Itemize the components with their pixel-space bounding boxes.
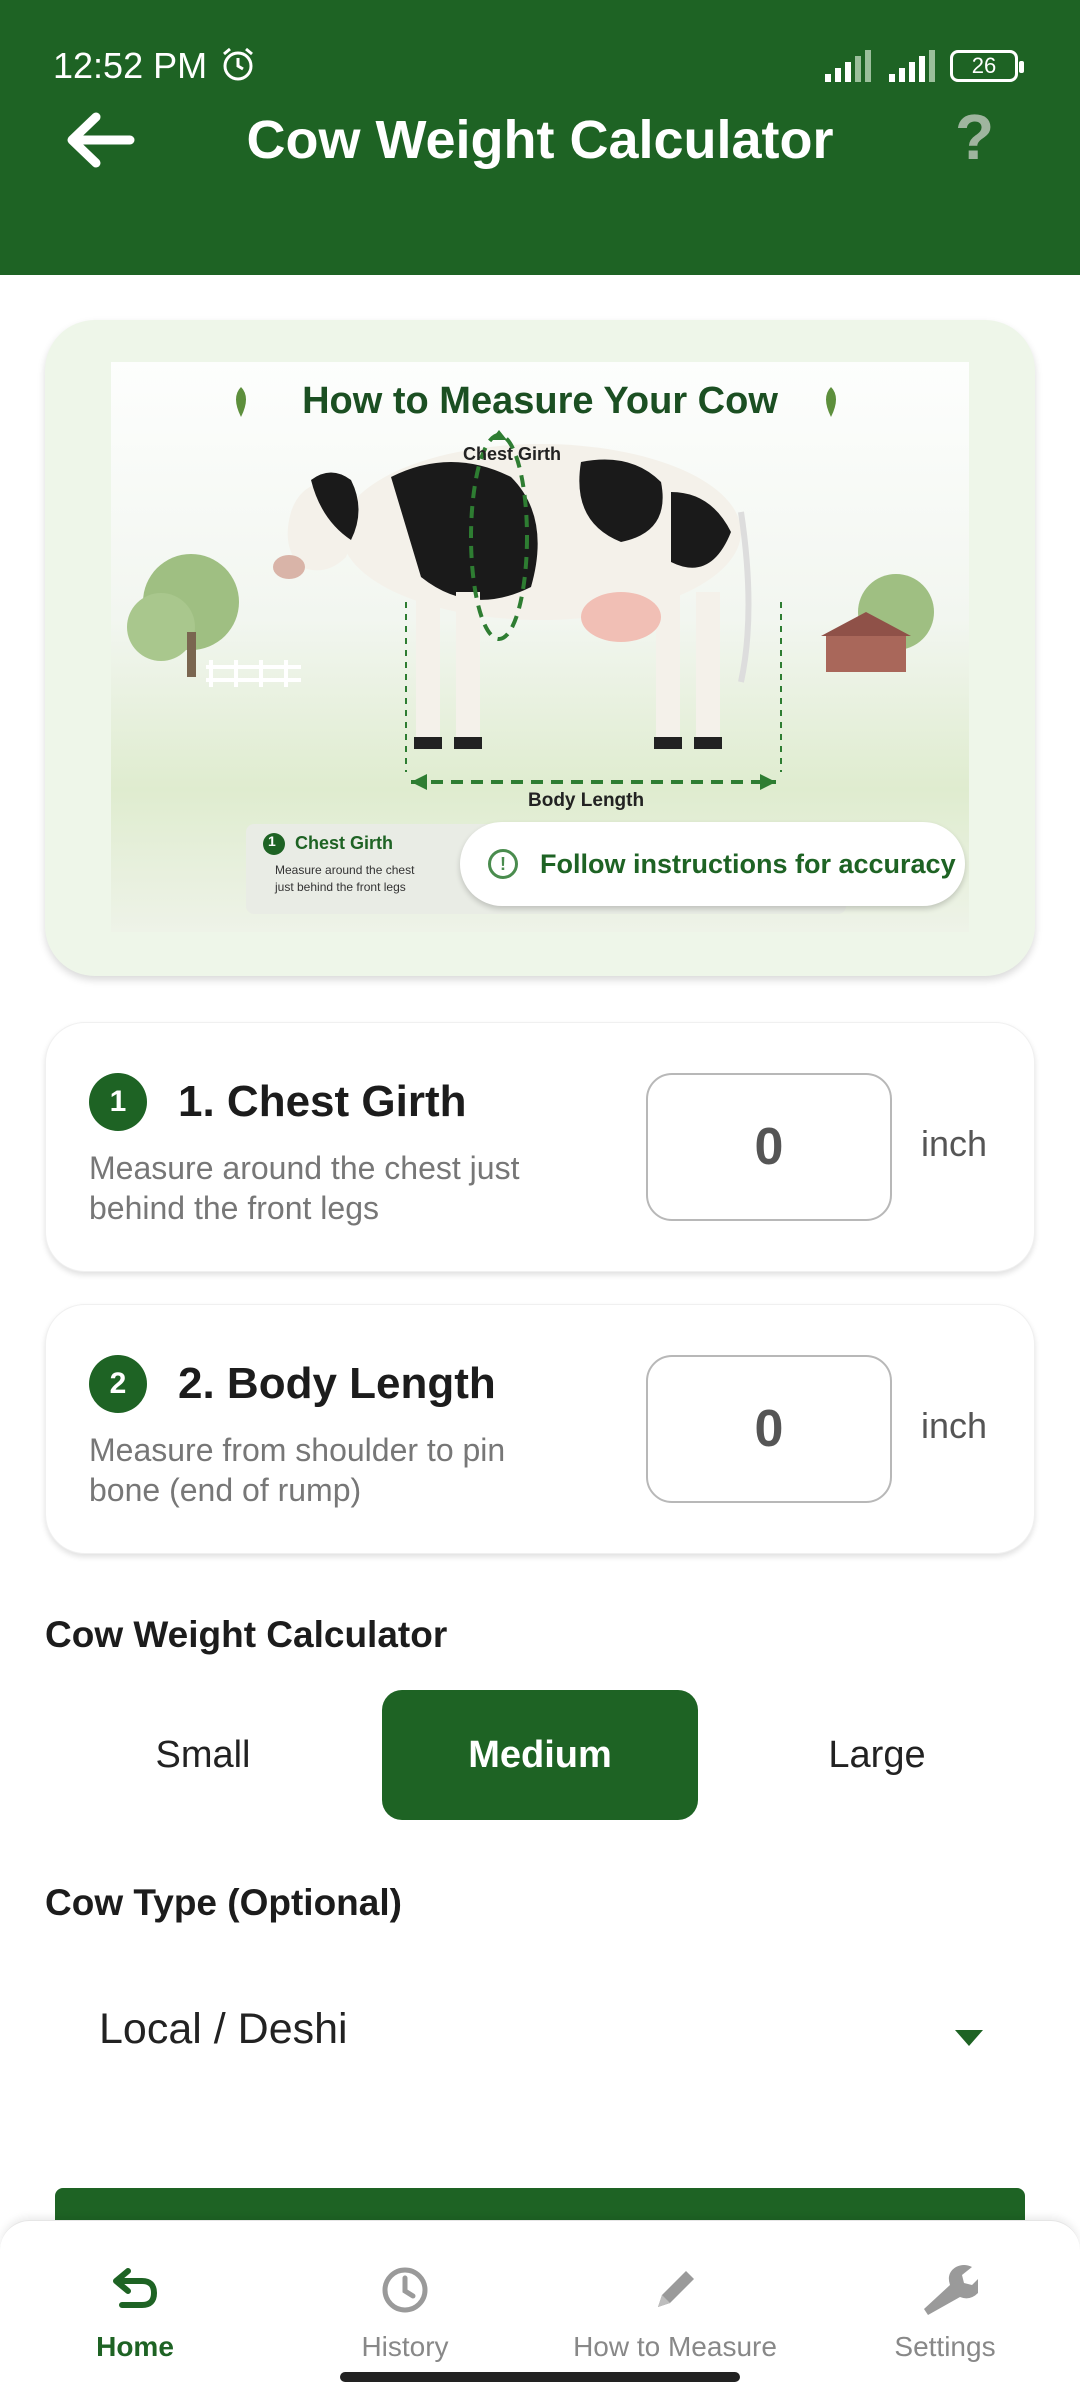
battery-icon: 26 bbox=[950, 50, 1024, 82]
pencil-icon bbox=[658, 2271, 694, 2307]
body-length-unit: inch bbox=[921, 1405, 988, 1446]
home-back-arrow-icon bbox=[113, 2268, 158, 2308]
body-length-label: Body Length bbox=[528, 790, 645, 811]
app-bar: 12:52 PM 26 Cow Weight Calculator ? bbox=[0, 0, 1080, 275]
nav-label-home: Home bbox=[96, 2331, 174, 2362]
step-number-badge: 2 bbox=[89, 1355, 147, 1413]
legend-number: 1 bbox=[268, 833, 276, 849]
cow-type-dropdown[interactable]: Local / Deshi bbox=[45, 1960, 1035, 2110]
signal-icon bbox=[825, 50, 871, 82]
step-number-badge: 1 bbox=[89, 1073, 147, 1131]
status-time: 12:52 PM bbox=[53, 45, 208, 86]
accuracy-note-text: Follow instructions for accuracy bbox=[540, 848, 956, 879]
legend-text-line2: just behind the front legs bbox=[275, 880, 406, 894]
nav-label-settings: Settings bbox=[894, 2331, 996, 2362]
alarm-icon bbox=[223, 47, 253, 81]
size-selector: Small Medium Large bbox=[45, 1690, 1035, 1820]
body-length-title: 2. Body Length bbox=[178, 1359, 496, 1408]
size-option-large[interactable]: Large bbox=[719, 1690, 1035, 1820]
dropdown-caret-icon bbox=[955, 2030, 983, 2046]
body-length-description: Measure from shoulder to pin bone (end o… bbox=[89, 1432, 506, 1508]
nav-item-settings[interactable]: Settings bbox=[810, 2221, 1080, 2400]
page-title: Cow Weight Calculator bbox=[246, 110, 834, 170]
signal-icons bbox=[825, 50, 939, 82]
clock-icon bbox=[382, 2267, 428, 2313]
help-icon[interactable]: ? bbox=[955, 100, 994, 174]
chest-girth-input[interactable]: 0 bbox=[646, 1073, 892, 1221]
size-section-label: Cow Weight Calculator bbox=[45, 1614, 448, 1655]
info-icon: ! bbox=[488, 849, 518, 879]
accuracy-note-pill: ! Follow instructions for accuracy bbox=[460, 822, 965, 906]
chest-girth-card: 1 1. Chest Girth Measure around the ches… bbox=[45, 1022, 1035, 1272]
chest-girth-title: 1. Chest Girth bbox=[178, 1077, 467, 1126]
chest-girth-label: Chest Girth bbox=[463, 444, 562, 464]
nav-item-home[interactable]: Home bbox=[0, 2221, 270, 2400]
legend-title: Chest Girth bbox=[295, 833, 394, 853]
body-length-input[interactable]: 0 bbox=[646, 1355, 892, 1503]
home-indicator[interactable] bbox=[340, 2372, 740, 2382]
back-arrow-icon[interactable] bbox=[60, 105, 140, 175]
legend-text-line1: Measure around the chest bbox=[275, 863, 415, 877]
chest-girth-unit: inch bbox=[921, 1123, 988, 1164]
body-length-card: 2 2. Body Length Measure from shoulder t… bbox=[45, 1304, 1035, 1554]
wrench-icon bbox=[924, 2265, 978, 2315]
cow-type-value: Local / Deshi bbox=[99, 2005, 348, 2053]
size-option-medium[interactable]: Medium bbox=[382, 1690, 698, 1820]
nav-label-history: History bbox=[361, 2331, 449, 2362]
chest-girth-description: Measure around the chest just behind the… bbox=[89, 1150, 520, 1226]
signal-icon bbox=[889, 50, 935, 82]
nav-label-how-to-measure: How to Measure bbox=[573, 2331, 777, 2362]
cow-type-label: Cow Type (Optional) bbox=[45, 1882, 402, 1923]
size-option-small[interactable]: Small bbox=[45, 1690, 361, 1820]
